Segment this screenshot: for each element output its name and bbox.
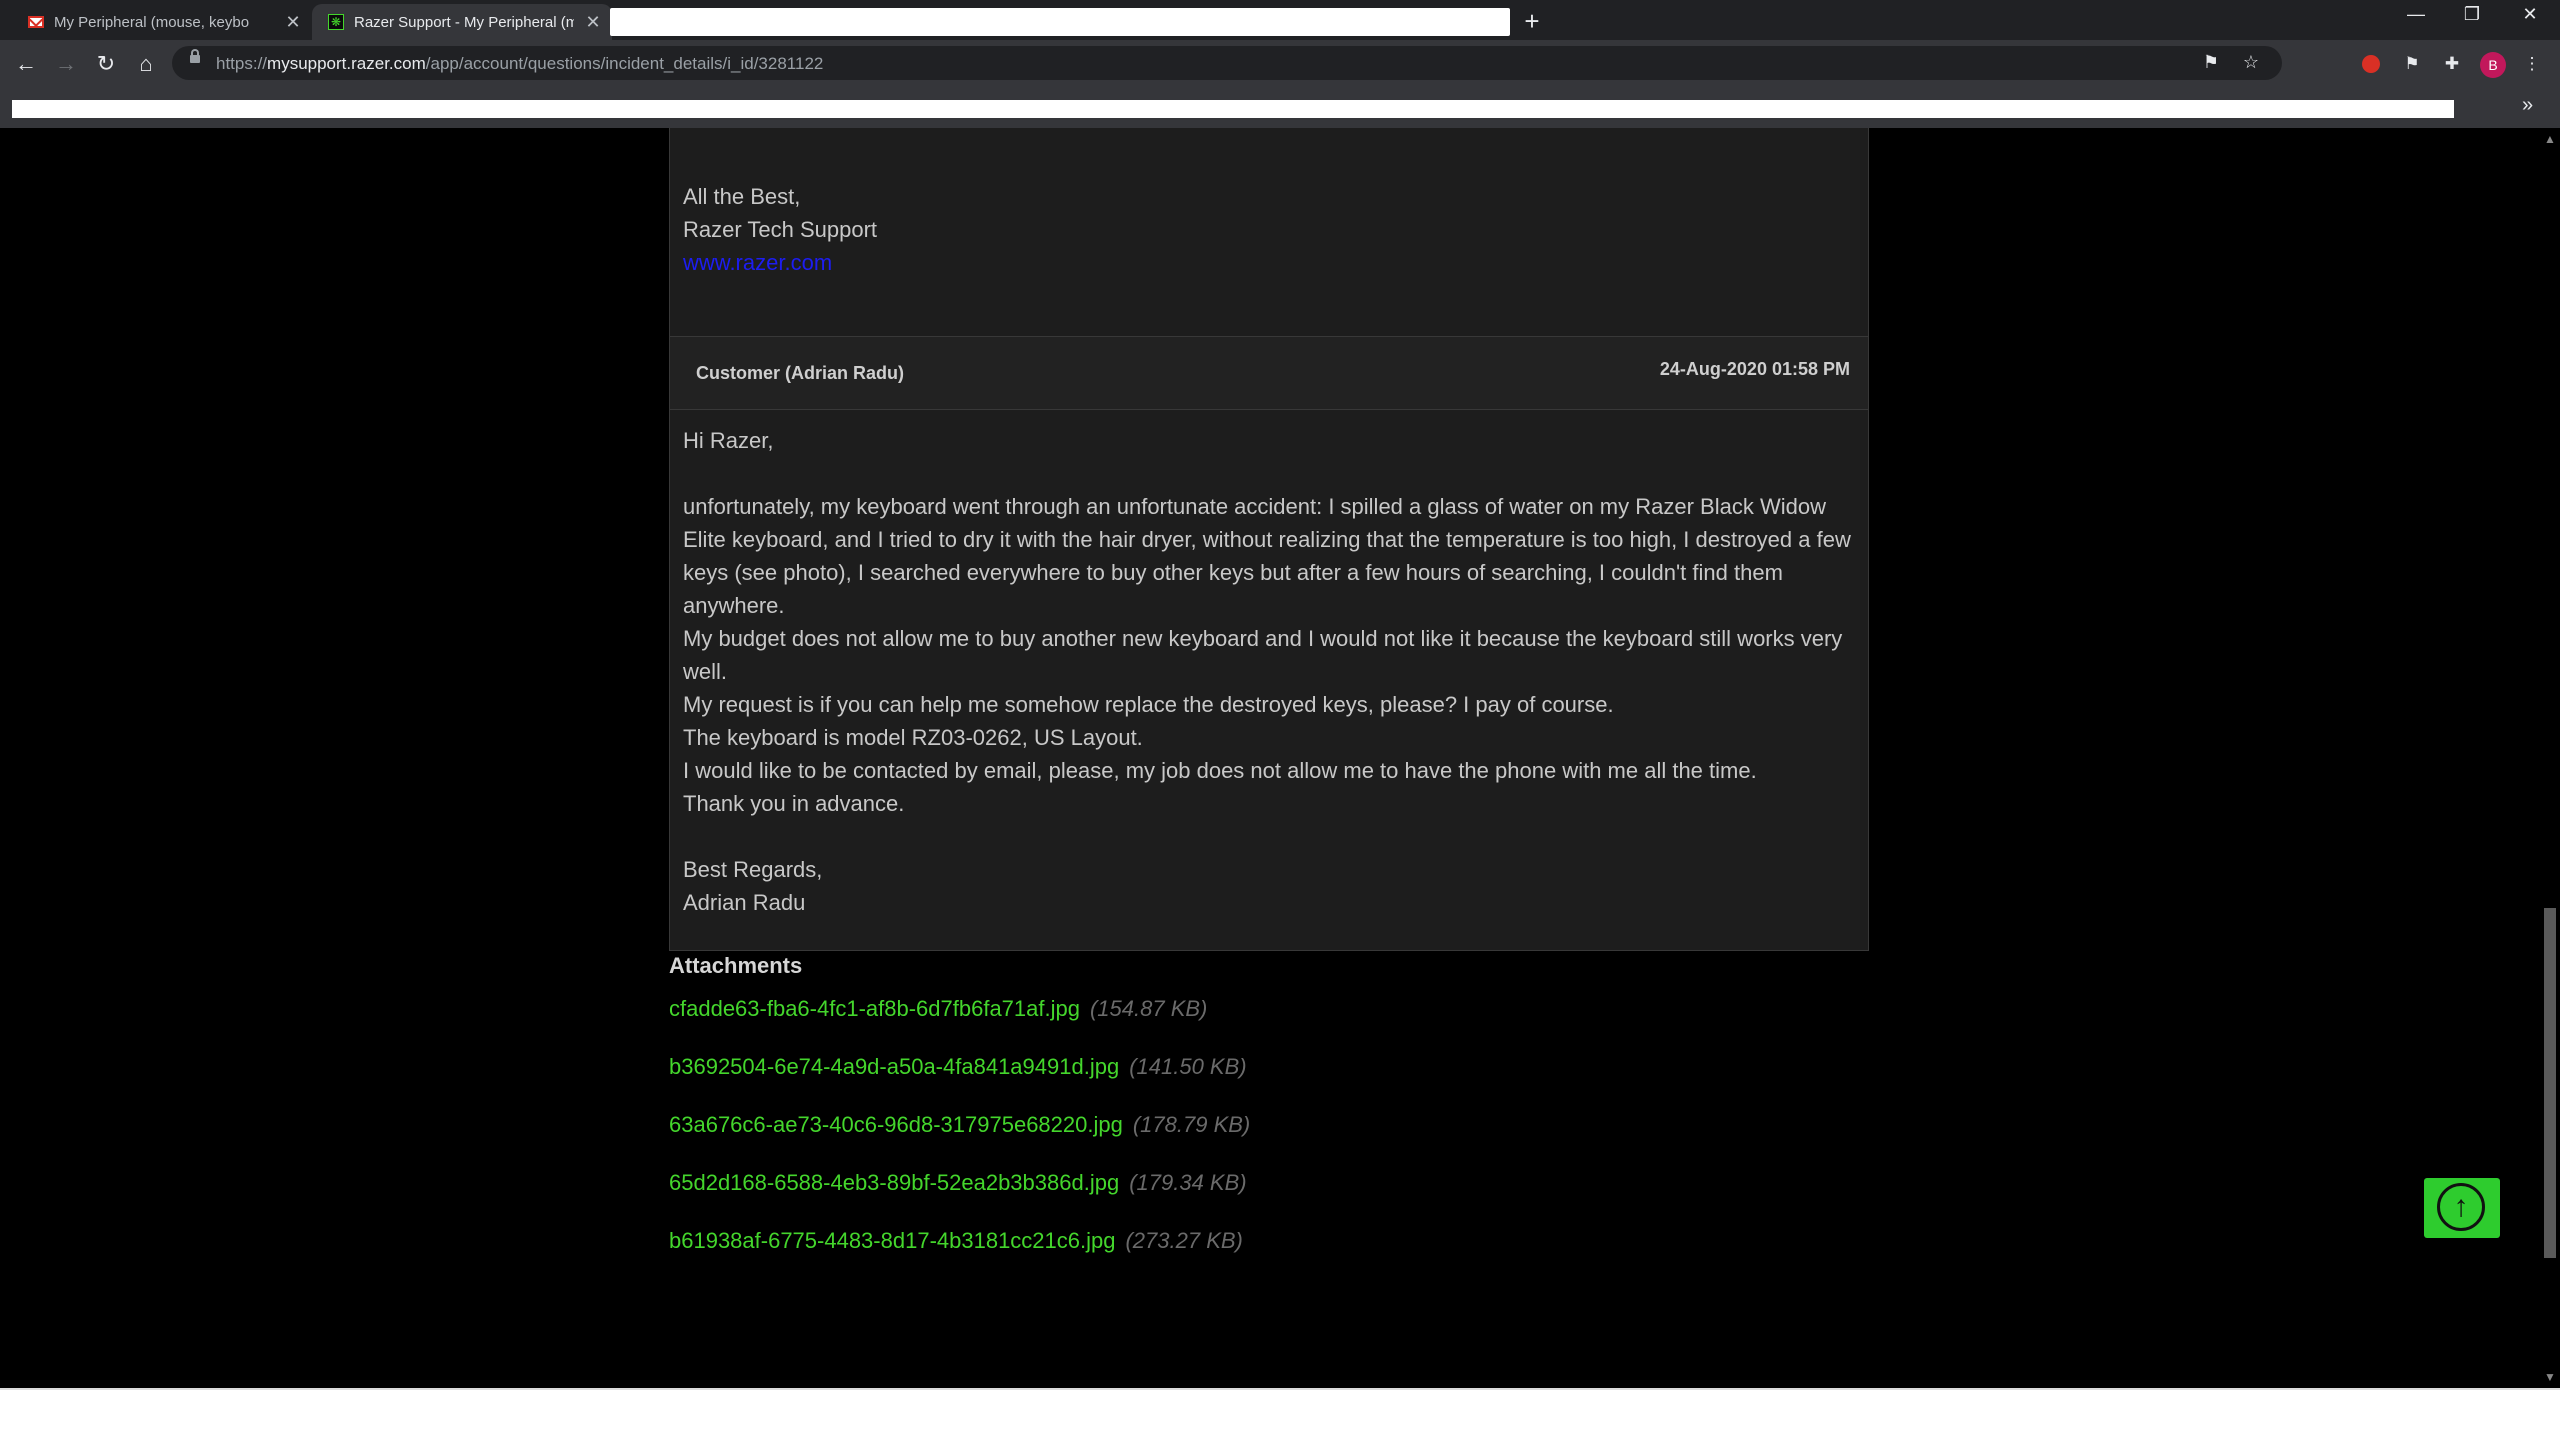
reload-button[interactable]: ↻ — [92, 50, 120, 78]
entry-signature: Adrian Radu — [683, 890, 806, 915]
flag-extension-icon[interactable]: ⚑ — [2400, 52, 2424, 76]
restore-button[interactable]: ❐ — [2452, 4, 2492, 25]
forward-button[interactable]: → — [52, 50, 80, 78]
attachments-list: cfadde63-fba6-4fc1-af8b-6d7fb6fa71af.jpg… — [669, 996, 1250, 1286]
arrow-up-icon: ↑ — [2437, 1183, 2485, 1231]
lock-icon[interactable] — [190, 49, 200, 63]
entry-header: Customer (Adrian Radu) 24-Aug-2020 01:58… — [669, 336, 1869, 410]
attachment-link[interactable]: cfadde63-fba6-4fc1-af8b-6d7fb6fa71af.jpg — [669, 996, 1080, 1021]
translate-icon[interactable]: ⚑ — [2200, 52, 2222, 73]
tab-close-icon[interactable]: ✕ — [284, 12, 302, 33]
url-text[interactable]: https://mysupport.razer.com/app/account/… — [216, 54, 823, 74]
entry-line: The keyboard is model RZ03-0262, US Layo… — [683, 725, 1143, 750]
scrollbar-thumb[interactable] — [2544, 908, 2556, 1258]
attachment-item: 63a676c6-ae73-40c6-96d8-317975e68220.jpg… — [669, 1112, 1250, 1170]
entry-greeting: Hi Razer, — [683, 428, 774, 453]
attachment-size: (273.27 KB) — [1125, 1228, 1243, 1253]
page-viewport: All the Best, Razer Tech Support www.raz… — [0, 128, 2540, 1388]
entry-line: My request is if you can help me somehow… — [683, 692, 1614, 717]
home-button[interactable]: ⌂ — [132, 50, 160, 78]
attachment-size: (141.50 KB) — [1129, 1054, 1247, 1079]
attachment-size: (178.79 KB) — [1132, 1112, 1251, 1137]
message-line: All the Best, — [683, 184, 801, 209]
message-line: Razer Tech Support — [683, 217, 878, 242]
previous-message-panel: All the Best, Razer Tech Support www.raz… — [669, 128, 1869, 338]
attachments-heading: Attachments — [669, 953, 803, 978]
back-button[interactable]: ← — [12, 50, 40, 78]
entry-date: 24-Aug-2020 01:58 PM — [1659, 359, 1850, 379]
attachment-link[interactable]: b61938af-6775-4483-8d17-4b3181cc21c6.jpg — [669, 1228, 1115, 1253]
page-scrollbar[interactable]: ▲ ▼ — [2540, 128, 2560, 1388]
bookmarks-overflow-button[interactable]: » — [2522, 94, 2533, 117]
entry-line: Thank you in advance. — [683, 791, 905, 816]
extension-stop-icon[interactable] — [2362, 55, 2380, 73]
tab-strip: My Peripheral (mouse, keybo ✕ ❋ Razer Su… — [0, 0, 2560, 40]
profile-avatar[interactable]: B — [2480, 52, 2506, 78]
address-bar[interactable]: https://mysupport.razer.com/app/account/… — [172, 46, 2282, 80]
attachment-item: cfadde63-fba6-4fc1-af8b-6d7fb6fa71af.jpg… — [669, 996, 1250, 1054]
attachment-link[interactable]: 65d2d168-6588-4eb3-89bf-52ea2b3b386d.jpg — [669, 1170, 1119, 1195]
attachment-item: b3692504-6e74-4a9d-a50a-4fa841a9491d.jpg… — [669, 1054, 1250, 1112]
attachment-size: (179.34 KB) — [1129, 1170, 1247, 1195]
attachment-size: (154.87 KB) — [1089, 996, 1208, 1021]
tab-close-icon[interactable]: ✕ — [584, 12, 602, 33]
attachment-item: 65d2d168-6588-4eb3-89bf-52ea2b3b386d.jpg… — [669, 1170, 1250, 1228]
razer-icon: ❋ — [328, 14, 344, 30]
scroll-up-arrow-icon[interactable]: ▲ — [2544, 132, 2556, 146]
entry-line: I would like to be contacted by email, p… — [683, 758, 1757, 783]
close-window-button[interactable]: ✕ — [2510, 4, 2550, 25]
entry-signoff: Best Regards, — [683, 857, 823, 882]
entry-body: Hi Razer, unfortunately, my keyboard wen… — [669, 409, 1869, 951]
razer-website-link[interactable]: www.razer.com — [683, 246, 832, 279]
attachment-link[interactable]: 63a676c6-ae73-40c6-96d8-317975e68220.jpg — [669, 1112, 1123, 1137]
extensions-puzzle-icon[interactable]: ✚ — [2440, 52, 2464, 76]
minimize-button[interactable]: — — [2396, 4, 2436, 25]
tab-title: Razer Support - My Peripheral (m — [354, 13, 574, 31]
gmail-icon — [28, 16, 44, 28]
tab-gmail[interactable]: My Peripheral (mouse, keybo ✕ — [12, 4, 312, 40]
tab-razer-support[interactable]: ❋ Razer Support - My Peripheral (m ✕ — [312, 4, 612, 40]
scroll-down-arrow-icon[interactable]: ▼ — [2544, 1370, 2556, 1384]
browser-toolbar: ← → ↻ ⌂ https://mysupport.razer.com/app/… — [0, 40, 2560, 88]
entry-paragraph: unfortunately, my keyboard went through … — [683, 494, 1851, 618]
bookmark-star-icon[interactable]: ☆ — [2240, 52, 2262, 73]
entry-author: Customer (Adrian Radu) — [696, 363, 905, 383]
bottom-white-bar — [0, 1388, 2560, 1440]
entry-paragraph: My budget does not allow me to buy anoth… — [683, 626, 1843, 684]
new-tab-button[interactable]: + — [1520, 6, 1544, 37]
menu-kebab-icon[interactable]: ⋮ — [2520, 52, 2544, 76]
tab-title: My Peripheral (mouse, keybo — [54, 13, 250, 31]
attachment-link[interactable]: b3692504-6e74-4a9d-a50a-4fa841a9491d.jpg — [669, 1054, 1119, 1079]
back-to-top-button[interactable]: ↑ — [2424, 1178, 2500, 1238]
redacted-tab — [610, 8, 1510, 36]
redacted-bookmarks — [12, 100, 2454, 118]
bookmarks-bar: » — [0, 88, 2560, 128]
attachment-item: b61938af-6775-4483-8d17-4b3181cc21c6.jpg… — [669, 1228, 1250, 1286]
